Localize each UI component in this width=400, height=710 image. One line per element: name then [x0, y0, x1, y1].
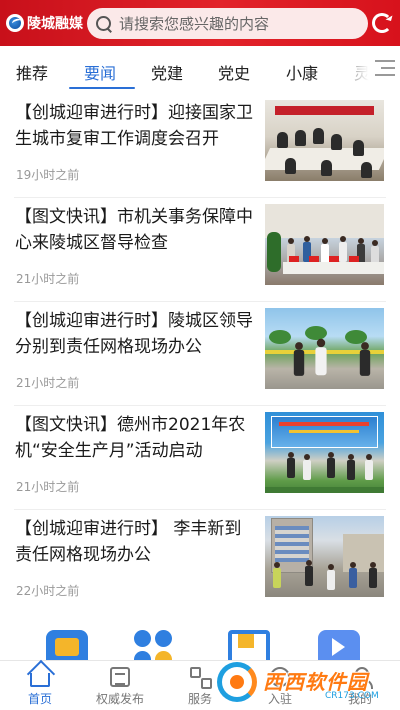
news-time: 22小时之前 [16, 584, 80, 598]
tab-recommend[interactable]: 推荐 [16, 60, 48, 84]
search-bar[interactable]: 请搜索您感兴趣的内容 [87, 8, 368, 39]
news-time: 21小时之前 [16, 376, 80, 390]
grid-icon [190, 667, 212, 689]
news-item[interactable]: 【创城迎审进行时】 李丰新到责任网格现场办公 22小时之前 [0, 510, 400, 614]
news-title[interactable]: 【创城迎审进行时】 李丰新到责任网格现场办公 [15, 516, 255, 568]
news-time: 21小时之前 [16, 480, 80, 494]
channel-tabs: 推荐 要闻 党建 党史 小康 灵 [0, 46, 400, 94]
news-time: 21小时之前 [16, 272, 80, 286]
video-icon[interactable] [318, 630, 360, 660]
tab-headlines[interactable]: 要闻 [84, 60, 116, 84]
news-item[interactable]: 【图文快讯】德州市2021年农机“安全生产月”活动启动 21小时之前 [0, 406, 400, 510]
tab-party-history[interactable]: 党史 [218, 60, 250, 84]
logo-text: 陵城融媒 [27, 16, 83, 32]
news-thumbnail[interactable] [265, 204, 384, 285]
nav-home[interactable]: 首页 [0, 661, 80, 710]
news-title[interactable]: 【图文快讯】德州市2021年农机“安全生产月”活动启动 [15, 412, 255, 464]
news-item[interactable]: 【创城迎审进行时】迎接国家卫生城市复审工作调度会召开 19小时之前 [0, 94, 400, 198]
app-logo[interactable]: 陵城融媒 [6, 13, 86, 33]
tab-xiaokang[interactable]: 小康 [286, 60, 318, 84]
news-thumbnail[interactable] [265, 516, 384, 597]
nav-label: 首页 [27, 692, 52, 706]
nav-label: 权威发布 [95, 692, 144, 706]
news-time: 19小时之前 [16, 168, 80, 182]
news-thumbnail[interactable] [265, 412, 384, 493]
news-title[interactable]: 【创城迎审进行时】迎接国家卫生城市复审工作调度会召开 [15, 100, 255, 152]
wallet-icon[interactable] [46, 630, 88, 660]
news-item[interactable]: 【创城迎审进行时】陵城区领导分别到责任网格现场办公 21小时之前 [0, 302, 400, 406]
document-icon [110, 667, 130, 687]
watermark: 西西软件园 CR173.COM [213, 660, 389, 706]
news-thumbnail[interactable] [265, 308, 384, 389]
building-icon[interactable] [228, 630, 270, 660]
search-input[interactable]: 请搜索您感兴趣的内容 [119, 13, 269, 34]
tab-party-building[interactable]: 党建 [151, 60, 183, 84]
nav-official-release[interactable]: 权威发布 [80, 661, 160, 710]
active-tab-indicator [69, 87, 135, 89]
apps-icon[interactable] [134, 630, 176, 660]
quick-feature-row [0, 624, 400, 660]
news-title[interactable]: 【创城迎审进行时】陵城区领导分别到责任网格现场办公 [15, 308, 255, 360]
logo-icon [6, 14, 24, 32]
top-header: 陵城融媒 请搜索您感兴趣的内容 [0, 0, 400, 46]
watermark-logo-icon [217, 662, 257, 702]
refresh-icon[interactable] [372, 13, 392, 33]
watermark-url: CR173.COM [325, 691, 379, 701]
news-title[interactable]: 【图文快讯】市机关事务保障中心来陵城区督导检查 [15, 204, 255, 256]
home-icon [30, 673, 50, 687]
search-icon [95, 15, 113, 33]
news-thumbnail[interactable] [265, 100, 384, 181]
news-item[interactable]: 【图文快讯】市机关事务保障中心来陵城区督导检查 21小时之前 [0, 198, 400, 302]
channel-menu-icon[interactable] [373, 60, 395, 76]
